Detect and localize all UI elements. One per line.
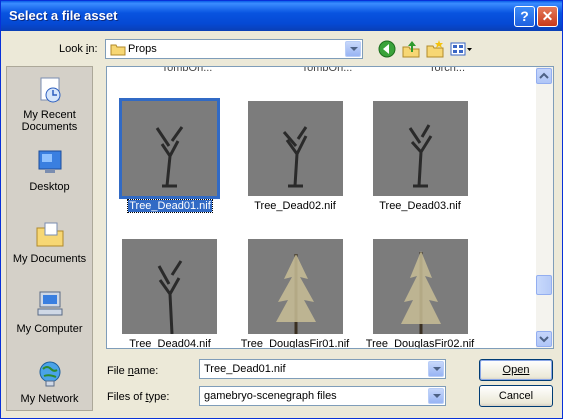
my-computer-icon	[37, 291, 63, 316]
place-my-documents[interactable]: My Documents	[7, 217, 94, 267]
file-thumbnail[interactable]	[248, 239, 343, 334]
title-bar[interactable]: Select a file asset ? ✕	[1, 1, 562, 31]
filetype-dropdown[interactable]: gamebryo-scenegraph files	[199, 386, 446, 406]
places-bar: My Recent Documents Desktop My Documents	[6, 66, 93, 411]
file-thumbnail[interactable]	[122, 239, 217, 335]
partial-file-label[interactable]: TombOn...	[117, 67, 257, 74]
dead-tree-image	[282, 126, 308, 188]
fir-tree-image	[276, 254, 316, 334]
file-thumbnail[interactable]	[119, 98, 220, 199]
file-name-label[interactable]: Tree_Dead01.nif	[107, 199, 240, 213]
place-my-computer[interactable]: My Computer	[7, 287, 94, 337]
arrow-down-icon	[539, 336, 549, 343]
window-title: Select a file asset	[9, 8, 118, 23]
dead-tree-image	[408, 124, 433, 188]
close-button[interactable]: ✕	[537, 6, 558, 27]
file-thumbnail[interactable]	[373, 101, 468, 196]
my-network-icon	[39, 361, 61, 387]
place-my-recent-documents[interactable]: My Recent Documents	[7, 73, 94, 137]
chevron-down-icon[interactable]	[345, 41, 361, 57]
dead-tree-image	[157, 260, 183, 335]
folder-icon	[110, 44, 126, 56]
chevron-down-icon[interactable]	[428, 361, 444, 377]
place-desktop[interactable]: Desktop	[7, 145, 94, 195]
file-name-label[interactable]: Tree_Dead03.nif	[350, 200, 490, 212]
my-documents-icon	[36, 222, 64, 247]
help-button[interactable]: ?	[514, 6, 535, 27]
arrow-up-icon	[539, 72, 549, 79]
up-folder-icon[interactable]	[401, 39, 421, 59]
scroll-down-button[interactable]	[536, 331, 552, 347]
file-name-label[interactable]: Tree_DouglasFir02.nif	[350, 338, 490, 348]
cancel-button[interactable]: Cancel	[479, 385, 553, 407]
file-thumbnail[interactable]	[248, 101, 343, 196]
scroll-thumb[interactable]	[536, 275, 552, 295]
scroll-up-button[interactable]	[536, 68, 552, 84]
views-menu-icon[interactable]	[449, 39, 473, 59]
partial-file-label[interactable]: TombOn...	[257, 67, 397, 74]
filetype-label: Files of type:	[107, 391, 170, 403]
file-name-label[interactable]: Tree_Dead04.nif	[107, 338, 240, 348]
new-folder-icon[interactable]	[425, 39, 445, 59]
recent-documents-icon	[40, 77, 61, 103]
place-my-network[interactable]: My Network	[7, 357, 94, 407]
open-button[interactable]: Open	[479, 359, 553, 381]
filename-label: File name:	[107, 365, 159, 377]
file-list-view[interactable]: TombOn... TombOn... Torch... Tree_Dead01…	[106, 66, 554, 349]
file-name-label[interactable]: Tree_Dead02.nif	[225, 200, 365, 212]
file-dialog: Select a file asset ? ✕ Look in: Props M…	[0, 0, 563, 419]
lookin-label: Look in:	[59, 43, 98, 55]
fir-tree-image	[401, 251, 441, 334]
vertical-scrollbar[interactable]	[536, 67, 553, 348]
file-name-label[interactable]: Tree_DouglasFir01.nif	[225, 338, 365, 348]
desktop-icon	[38, 150, 62, 173]
back-icon[interactable]	[377, 39, 397, 59]
filename-input[interactable]: Tree_Dead01.nif	[199, 359, 446, 379]
dead-tree-image	[155, 126, 184, 188]
lookin-dropdown[interactable]: Props	[105, 39, 363, 59]
file-thumbnail[interactable]	[373, 239, 468, 334]
chevron-down-icon[interactable]	[428, 388, 444, 404]
partial-file-label[interactable]: Torch...	[377, 67, 517, 74]
